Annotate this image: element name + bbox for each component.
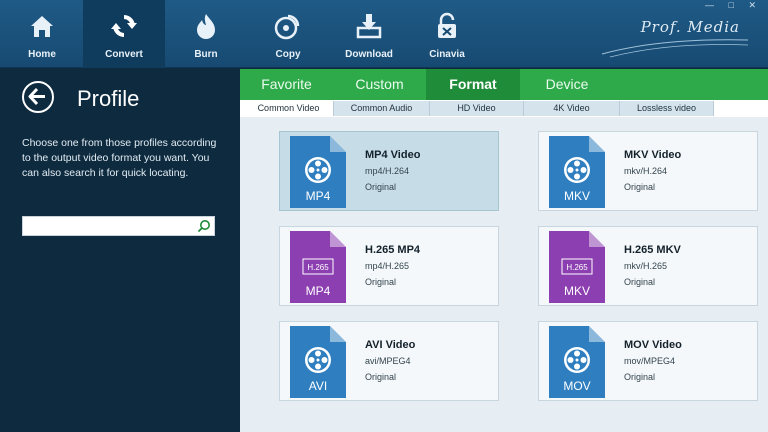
format-quality: Original — [624, 277, 656, 287]
format-codec: mov/MPEG4 — [624, 356, 676, 366]
format-card[interactable]: H.265 MKV H.265 MKV mkv/H.265 Original — [538, 226, 758, 306]
profile-sidebar — [0, 69, 240, 432]
format-name: MKV Video — [624, 149, 682, 161]
tab-device[interactable]: Device — [520, 69, 614, 100]
file-sublabel: H.265 — [566, 263, 588, 272]
video-file-icon: MOV — [549, 326, 605, 398]
format-card[interactable]: H.265 MP4 H.265 MP4 mp4/H.265 Original — [279, 226, 499, 306]
video-file-icon: H.265 MP4 — [290, 231, 346, 303]
toolbar-download-button[interactable]: Download — [328, 0, 410, 68]
brand-logo: Prof. Media — [640, 18, 740, 36]
tab-favorite[interactable]: Favorite — [240, 69, 333, 100]
toolbar-copy-button[interactable]: Copy — [247, 0, 329, 68]
search-icon[interactable] — [197, 219, 211, 233]
back-arrow-icon — [28, 87, 45, 106]
format-card[interactable]: MP4 MP4 Video mp4/H.264 Original — [279, 131, 499, 211]
format-card[interactable]: MOV MOV Video mov/MPEG4 Original — [538, 321, 758, 401]
format-quality: Original — [624, 372, 656, 382]
tab-format[interactable]: Format — [426, 69, 520, 100]
subtab-lossless-video[interactable]: Lossless video — [620, 101, 714, 116]
tab-custom[interactable]: Custom — [333, 69, 426, 100]
file-badge: AVI — [309, 379, 327, 393]
cinavia-icon — [438, 12, 456, 38]
format-subtabs: Common Video Common Audio HD Video 4K Vi… — [240, 100, 768, 117]
back-button[interactable] — [22, 81, 54, 113]
file-badge: MOV — [563, 379, 590, 393]
format-codec: mkv/H.265 — [624, 261, 668, 271]
format-codec: mkv/H.264 — [624, 166, 668, 176]
format-quality: Original — [365, 182, 397, 192]
home-icon — [31, 16, 53, 37]
format-name: MOV Video — [624, 339, 682, 351]
file-sublabel: H.265 — [307, 263, 329, 272]
video-file-icon: AVI — [290, 326, 346, 398]
category-tabs: Favorite Custom Format Device — [240, 69, 768, 100]
video-file-icon: H.265 MKV — [549, 231, 605, 303]
convert-icon — [111, 15, 137, 37]
toolbar-cinavia-label: Cinavia — [429, 49, 465, 60]
format-codec: avi/MPEG4 — [365, 356, 411, 366]
file-badge: MP4 — [306, 284, 331, 298]
toolbar-home-button[interactable]: Home — [1, 0, 83, 68]
toolbar-convert-button[interactable]: Convert — [83, 0, 165, 68]
video-file-icon: MKV — [549, 136, 605, 208]
file-badge: MKV — [564, 189, 590, 203]
panel-title: Profile — [77, 86, 140, 111]
format-quality: Original — [365, 277, 397, 287]
toolbar-download-label: Download — [345, 49, 393, 60]
file-badge: MP4 — [306, 189, 331, 203]
format-codec: mp4/H.265 — [365, 261, 410, 271]
subtab-4k-video[interactable]: 4K Video — [524, 101, 620, 116]
format-name: H.265 MKV — [624, 244, 681, 256]
subtab-hd-video[interactable]: HD Video — [430, 101, 524, 116]
download-icon — [356, 14, 382, 39]
subtab-common-audio[interactable]: Common Audio — [334, 101, 430, 116]
format-quality: Original — [365, 372, 397, 382]
format-name: MP4 Video — [365, 149, 421, 161]
format-card[interactable]: AVI AVI Video avi/MPEG4 Original — [279, 321, 499, 401]
subtab-common-video[interactable]: Common Video — [244, 101, 334, 116]
toolbar-cinavia-button[interactable]: Cinavia — [406, 0, 488, 68]
format-name: AVI Video — [365, 339, 416, 351]
main-toolbar: Home Convert Burn Copy Download Cinavia … — [0, 0, 768, 68]
format-quality: Original — [624, 182, 656, 192]
toolbar-burn-label: Burn — [194, 49, 218, 60]
search-input[interactable] — [25, 218, 195, 234]
video-file-icon: MP4 — [290, 136, 346, 208]
format-codec: mp4/H.264 — [365, 166, 410, 176]
file-badge: MKV — [564, 284, 590, 298]
burn-icon — [197, 14, 215, 39]
toolbar-home-label: Home — [28, 49, 56, 60]
format-card[interactable]: MKV MKV Video mkv/H.264 Original — [538, 131, 758, 211]
toolbar-convert-label: Convert — [105, 49, 143, 60]
toolbar-burn-button[interactable]: Burn — [165, 0, 247, 68]
format-name: H.265 MP4 — [365, 244, 421, 256]
window-controls[interactable]: — □ ✕ — [705, 0, 762, 11]
copy-icon — [274, 14, 300, 40]
search-box[interactable] — [22, 216, 215, 236]
toolbar-copy-label: Copy — [275, 49, 301, 60]
panel-description: Choose one from those profiles according… — [22, 137, 217, 179]
